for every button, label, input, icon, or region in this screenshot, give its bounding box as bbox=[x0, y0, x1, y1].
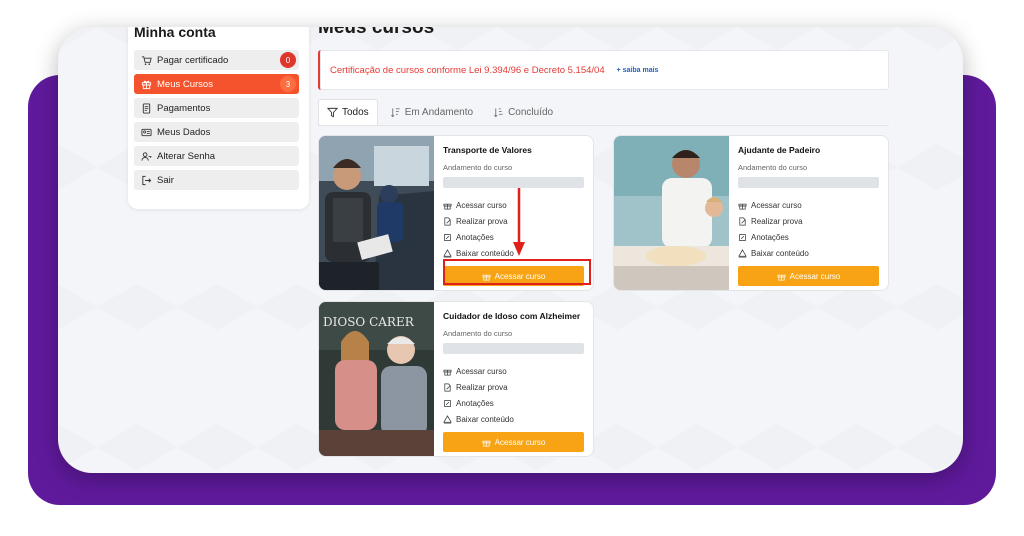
course-thumbnail bbox=[614, 136, 729, 290]
tab-label: Em Andamento bbox=[404, 106, 474, 118]
tab-em-andamento[interactable]: Em Andamento bbox=[382, 99, 481, 125]
cart-icon bbox=[140, 54, 152, 66]
access-course-button[interactable]: Acessar curso bbox=[738, 266, 879, 286]
course-thumbnail bbox=[319, 136, 434, 290]
edit-document-icon bbox=[444, 383, 451, 391]
action-label: Anotações bbox=[456, 398, 494, 408]
access-course-button[interactable]: Acessar curso bbox=[443, 432, 584, 452]
sidebar-item-meus-cursos[interactable]: Meus Cursos 3 bbox=[134, 74, 299, 94]
action-label: Realizar prova bbox=[456, 216, 508, 226]
access-course-link[interactable]: Acessar curso bbox=[738, 197, 882, 213]
action-label: Acessar curso bbox=[456, 200, 507, 210]
download-icon bbox=[738, 248, 747, 257]
access-course-link[interactable]: Acessar curso bbox=[443, 363, 587, 379]
sidebar-item-label: Pagamentos bbox=[157, 102, 211, 114]
tab-todos[interactable]: Todos bbox=[318, 99, 378, 125]
id-card-icon bbox=[140, 126, 152, 138]
progress-bar bbox=[443, 343, 584, 354]
sidebar-item-pagamentos[interactable]: Pagamentos bbox=[134, 98, 299, 118]
notes-icon bbox=[443, 233, 452, 241]
tab-label: Concluído bbox=[508, 106, 554, 118]
course-card-ajudante-de-padeiro: Ajudante de Padeiro Andamento do curso A… bbox=[613, 135, 889, 291]
course-actions: Acessar curso Realizar prova Anotações B… bbox=[738, 197, 882, 261]
action-label: Acessar curso bbox=[751, 200, 802, 210]
action-label: Baixar conteúdo bbox=[751, 248, 809, 258]
sidebar-item-label: Alterar Senha bbox=[157, 150, 216, 162]
button-label: Acessar curso bbox=[789, 271, 841, 281]
button-label: Acessar curso bbox=[494, 437, 546, 447]
course-actions: Acessar curso Realizar prova Anotações B… bbox=[443, 363, 587, 427]
chalkboard-text: DIOSO CARER bbox=[323, 315, 415, 329]
sort-icon bbox=[390, 107, 400, 117]
download-content-link[interactable]: Baixar conteúdo bbox=[443, 411, 587, 427]
notes-icon bbox=[738, 233, 747, 241]
sidebar-title: Minha conta bbox=[134, 27, 216, 40]
action-label: Baixar conteúdo bbox=[456, 414, 514, 424]
action-label: Anotações bbox=[456, 232, 494, 242]
progress-label: Andamento do curso bbox=[738, 163, 808, 172]
course-title: Ajudante de Padeiro bbox=[738, 145, 821, 155]
course-details: Cuidador de Idoso com Alzheimer Andament… bbox=[443, 311, 587, 452]
sidebar-item-sair[interactable]: Sair bbox=[134, 170, 299, 190]
sidebar-item-meus-dados[interactable]: Meus Dados bbox=[134, 122, 299, 142]
action-label: Acessar curso bbox=[456, 366, 507, 376]
notes-icon bbox=[443, 399, 452, 407]
screenshot-stage: Minha conta Pagar certificado 0 Meus Cur… bbox=[0, 0, 1024, 536]
gift-icon bbox=[777, 274, 786, 280]
logout-icon bbox=[140, 174, 152, 186]
gift-icon bbox=[738, 203, 747, 209]
sidebar-item-label: Meus Dados bbox=[157, 126, 211, 138]
course-title: Cuidador de Idoso com Alzheimer bbox=[443, 311, 581, 321]
courses-count-badge: 3 bbox=[280, 76, 296, 92]
receipt-icon bbox=[140, 102, 152, 114]
account-sidebar: Minha conta Pagar certificado 0 Meus Cur… bbox=[128, 27, 309, 209]
course-thumbnail: DIOSO CARER bbox=[319, 302, 434, 456]
progress-bar bbox=[443, 177, 584, 188]
edit-document-icon bbox=[739, 217, 746, 225]
notes-link[interactable]: Anotações bbox=[738, 229, 882, 245]
saiba-mais-link[interactable]: + saiba mais bbox=[617, 67, 659, 74]
notification-badge: 0 bbox=[280, 52, 296, 68]
arrow-down-icon bbox=[513, 188, 525, 256]
download-icon bbox=[443, 414, 452, 423]
sidebar-item-label: Sair bbox=[157, 174, 174, 186]
action-label: Realizar prova bbox=[751, 216, 803, 226]
filter-icon bbox=[327, 107, 338, 118]
sidebar-item-label: Meus Cursos bbox=[157, 78, 213, 90]
course-card-cuidador-de-idoso: DIOSO CARER Cuidador de Idoso com Alzhei… bbox=[318, 301, 594, 457]
gift-icon bbox=[443, 203, 452, 209]
sidebar-item-pagar-certificado[interactable]: Pagar certificado 0 bbox=[134, 50, 299, 70]
action-label: Baixar conteúdo bbox=[456, 248, 514, 258]
tab-label: Todos bbox=[342, 107, 369, 118]
notes-link[interactable]: Anotações bbox=[443, 395, 587, 411]
course-card-transporte-de-valores: Transporte de Valores Andamento do curso… bbox=[318, 135, 594, 291]
browser-frame: Minha conta Pagar certificado 0 Meus Cur… bbox=[58, 27, 963, 473]
take-exam-link[interactable]: Realizar prova bbox=[443, 379, 587, 395]
tab-concluido[interactable]: Concluído bbox=[485, 99, 561, 125]
course-title: Transporte de Valores bbox=[443, 145, 532, 155]
edit-document-icon bbox=[444, 217, 451, 225]
course-details: Ajudante de Padeiro Andamento do curso A… bbox=[738, 145, 882, 286]
progress-bar bbox=[738, 177, 879, 188]
course-filter-tabs: Todos Em Andamento Concluído bbox=[318, 99, 889, 126]
gift-icon bbox=[443, 369, 452, 375]
progress-label: Andamento do curso bbox=[443, 163, 513, 172]
page-title: Meus cursos bbox=[318, 27, 435, 38]
take-exam-link[interactable]: Realizar prova bbox=[738, 213, 882, 229]
download-icon bbox=[443, 248, 452, 257]
highlight-box bbox=[443, 259, 591, 285]
notice-text: Certificação de cursos conforme Lei 9.39… bbox=[330, 64, 605, 76]
sort-desc-icon bbox=[494, 107, 503, 117]
user-key-icon bbox=[140, 150, 152, 162]
sidebar-item-alterar-senha[interactable]: Alterar Senha bbox=[134, 146, 299, 166]
action-label: Anotações bbox=[751, 232, 789, 242]
progress-label: Andamento do curso bbox=[443, 329, 513, 338]
certification-notice: Certificação de cursos conforme Lei 9.39… bbox=[318, 50, 889, 90]
sidebar-item-label: Pagar certificado bbox=[157, 54, 229, 66]
action-label: Realizar prova bbox=[456, 382, 508, 392]
download-content-link[interactable]: Baixar conteúdo bbox=[738, 245, 882, 261]
gift-icon bbox=[140, 78, 152, 90]
gift-icon bbox=[482, 440, 491, 446]
